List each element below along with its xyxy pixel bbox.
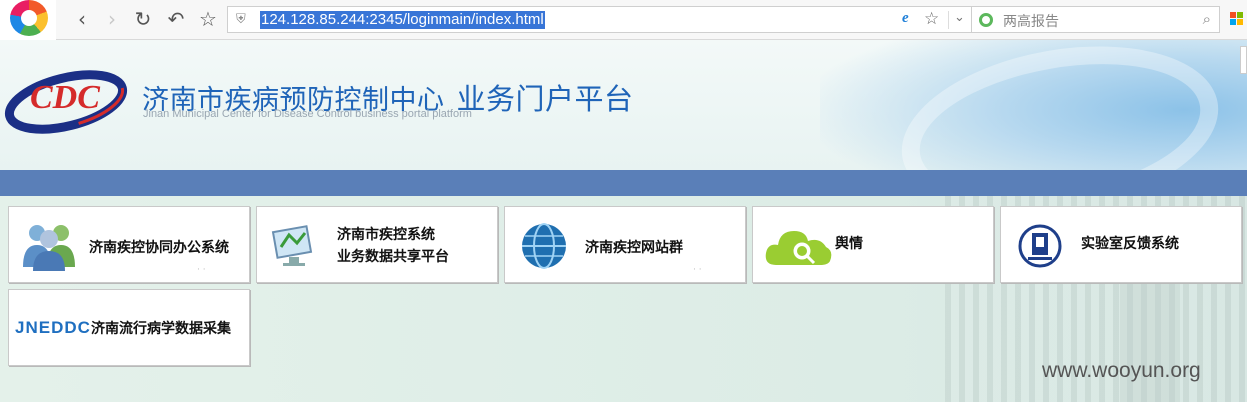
cdc-logo: CDC <box>4 70 128 134</box>
nav-stripe <box>0 170 1247 196</box>
address-bar[interactable]: ⛨ 124.128.85.244:2345/loginmain/index.ht… <box>227 6 972 33</box>
scrollbar[interactable] <box>1240 46 1247 74</box>
search-icon[interactable]: ⌕ <box>1203 10 1211 28</box>
favorite-star-icon[interactable]: ☆ <box>924 9 939 29</box>
tile-label: 舆情 <box>835 236 863 252</box>
reload-icon[interactable]: ↻ <box>131 8 155 30</box>
globe-icon <box>522 223 566 269</box>
tile-websites[interactable]: 济南疾控网站群 · · <box>504 206 746 283</box>
tile-oa-system[interactable]: 济南疾控协同办公系统 · · <box>8 206 250 283</box>
tile-label-line2: 业务数据共享平台 <box>337 249 449 265</box>
logo-text: CDC <box>30 79 100 116</box>
english-title: Jinan Municipal Center for Disease Contr… <box>143 108 472 120</box>
shield-icon: ⛨ <box>236 12 246 27</box>
cloud-search-icon <box>765 231 832 265</box>
users-icon <box>23 225 75 271</box>
tile-label: 济南疾控网站群 <box>585 240 683 256</box>
tile-data-share-platform[interactable]: 济南市疾控系统 业务数据共享平台 <box>256 206 498 283</box>
jneddc-logo: JNEDDC <box>15 318 91 337</box>
tile-label: 济南疾控协同办公系统 <box>89 240 229 256</box>
lab-emblem-icon <box>1018 224 1062 268</box>
chevron-down-icon[interactable]: ⌄ <box>954 10 965 25</box>
tile-label: 济南流行病学数据采集 <box>91 321 231 337</box>
bookmark-star-icon[interactable]: ☆ <box>196 8 220 30</box>
undo-icon[interactable]: ↶ <box>164 8 188 30</box>
page-header: CDC 济南市疾病预防控制中心 业务门户平台 Jinan Municipal Ce… <box>0 40 1247 170</box>
tile-decoration: · · <box>693 265 702 275</box>
tile-lab-feedback[interactable]: 实验室反馈系统 <box>1000 206 1242 283</box>
tile-label: 实验室反馈系统 <box>1081 236 1179 252</box>
browser-logo-icon[interactable] <box>0 0 56 40</box>
divider <box>948 11 949 29</box>
search-engine-icon <box>979 13 993 27</box>
apps-grid-icon[interactable] <box>1230 12 1244 26</box>
ie-engine-icon[interactable]: e <box>902 10 909 27</box>
search-input[interactable]: 两高报告 <box>1003 11 1059 31</box>
back-icon[interactable]: ‹ <box>70 8 94 30</box>
browser-toolbar: ‹ › ↻ ↶ ☆ ⛨ 124.128.85.244:2345/loginmai… <box>0 0 1247 40</box>
monitor-icon <box>271 225 313 266</box>
tile-public-opinion[interactable]: 舆情 <box>752 206 994 283</box>
search-box[interactable]: 两高报告 ⌕ <box>972 6 1220 33</box>
url-text[interactable]: 124.128.85.244:2345/loginmain/index.html <box>260 11 545 29</box>
subtitle-text: 业务门户平台 <box>456 82 634 116</box>
tile-epidemiology[interactable]: JNEDDC 济南流行病学数据采集 <box>8 289 250 366</box>
tile-label-line1: 济南市疾控系统 <box>337 227 435 243</box>
tile-decoration: · · <box>197 265 206 275</box>
forward-icon[interactable]: › <box>100 8 124 30</box>
watermark-text: www.wooyun.org <box>1042 359 1201 382</box>
